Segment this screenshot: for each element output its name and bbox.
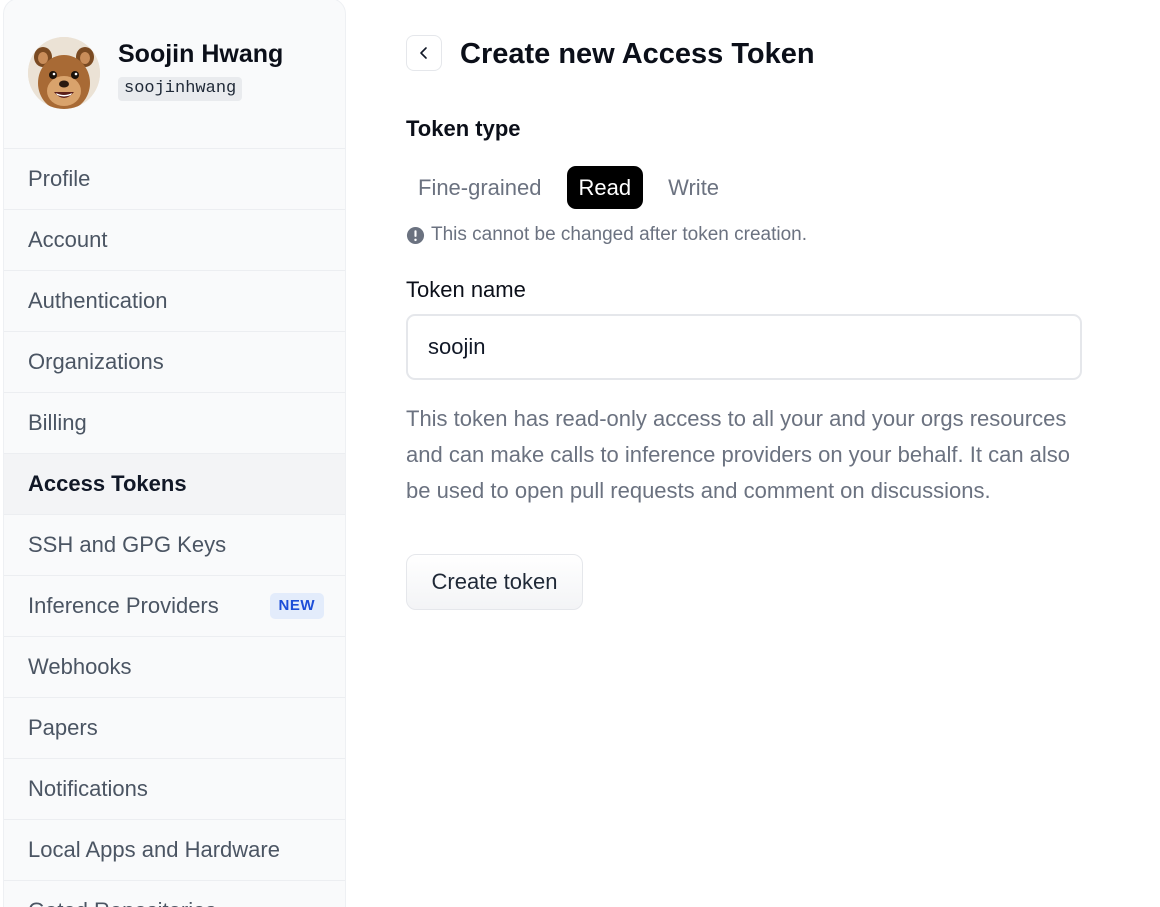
sidebar-item-label: Authentication <box>28 288 168 313</box>
sidebar-item-access-tokens[interactable]: Access Tokens <box>4 454 345 515</box>
token-type-label: Token type <box>406 116 521 141</box>
sidebar-item-label: Local Apps and Hardware <box>28 837 280 862</box>
token-description: This token has read-only access to all y… <box>406 406 1071 503</box>
page-title: Create new Access Token <box>460 38 815 70</box>
profile-name: Soojin Hwang <box>118 40 284 68</box>
token-type-read[interactable]: Read <box>566 166 644 209</box>
sidebar-item-local-apps-hardware[interactable]: Local Apps and Hardware <box>4 820 345 881</box>
sidebar-item-label: SSH and GPG Keys <box>28 532 227 557</box>
sidebar-item-label: Papers <box>28 715 98 740</box>
create-token-button[interactable]: Create token <box>406 554 583 610</box>
sidebar-item-authentication[interactable]: Authentication <box>4 271 345 332</box>
sidebar-item-account[interactable]: Account <box>4 210 345 271</box>
sidebar-item-webhooks[interactable]: Webhooks <box>4 637 345 698</box>
sidebar-item-label: Organizations <box>28 349 164 374</box>
sidebar-item-label: Profile <box>28 166 91 191</box>
token-type-write[interactable]: Write <box>656 166 731 209</box>
sidebar-item-ssh-gpg-keys[interactable]: SSH and GPG Keys <box>4 515 345 576</box>
settings-nav: Profile Account Authentication Organizat… <box>4 149 345 907</box>
sidebar-item-gated-repositories[interactable]: Gated Repositories <box>4 881 345 907</box>
profile-handle: soojinhwang <box>118 77 243 101</box>
chevron-left-icon <box>420 47 427 59</box>
hint-text: This cannot be changed after token creat… <box>431 224 808 245</box>
sidebar-item-inference-providers[interactable]: Inference Providers NEW <box>4 576 345 637</box>
sidebar-item-label: Gated Repositories <box>28 898 216 907</box>
exclamation-circle-icon <box>406 226 425 244</box>
token-type-fine-grained[interactable]: Fine-grained <box>406 166 554 209</box>
avatar[interactable] <box>28 37 100 109</box>
sidebar-item-papers[interactable]: Papers <box>4 698 345 759</box>
token-type-hint: This cannot be changed after token creat… <box>406 224 807 246</box>
token-name-input[interactable] <box>406 314 1082 380</box>
sidebar-item-label: Inference Providers <box>28 593 219 618</box>
sidebar-item-label: Webhooks <box>28 654 132 679</box>
back-button[interactable] <box>406 35 442 71</box>
new-badge: NEW <box>269 593 324 619</box>
settings-sidebar: Soojin Hwang soojinhwang Profile Account… <box>3 0 346 907</box>
quokka-avatar-icon <box>28 37 100 109</box>
main-content: Create new Access Token Token type Fine-… <box>406 0 1106 907</box>
token-name-label: Token name <box>406 277 526 302</box>
sidebar-item-label: Access Tokens <box>28 471 187 496</box>
sidebar-item-notifications[interactable]: Notifications <box>4 759 345 820</box>
token-type-selector: Fine-grained Read Write <box>406 166 731 209</box>
profile-header: Soojin Hwang soojinhwang <box>4 0 345 149</box>
sidebar-item-profile[interactable]: Profile <box>4 149 345 210</box>
sidebar-item-organizations[interactable]: Organizations <box>4 332 345 393</box>
sidebar-item-label: Billing <box>28 410 87 435</box>
sidebar-item-label: Notifications <box>28 776 148 801</box>
sidebar-item-billing[interactable]: Billing <box>4 393 345 454</box>
sidebar-item-label: Account <box>28 227 108 252</box>
settings-page: Soojin Hwang soojinhwang Profile Account… <box>0 0 1160 907</box>
